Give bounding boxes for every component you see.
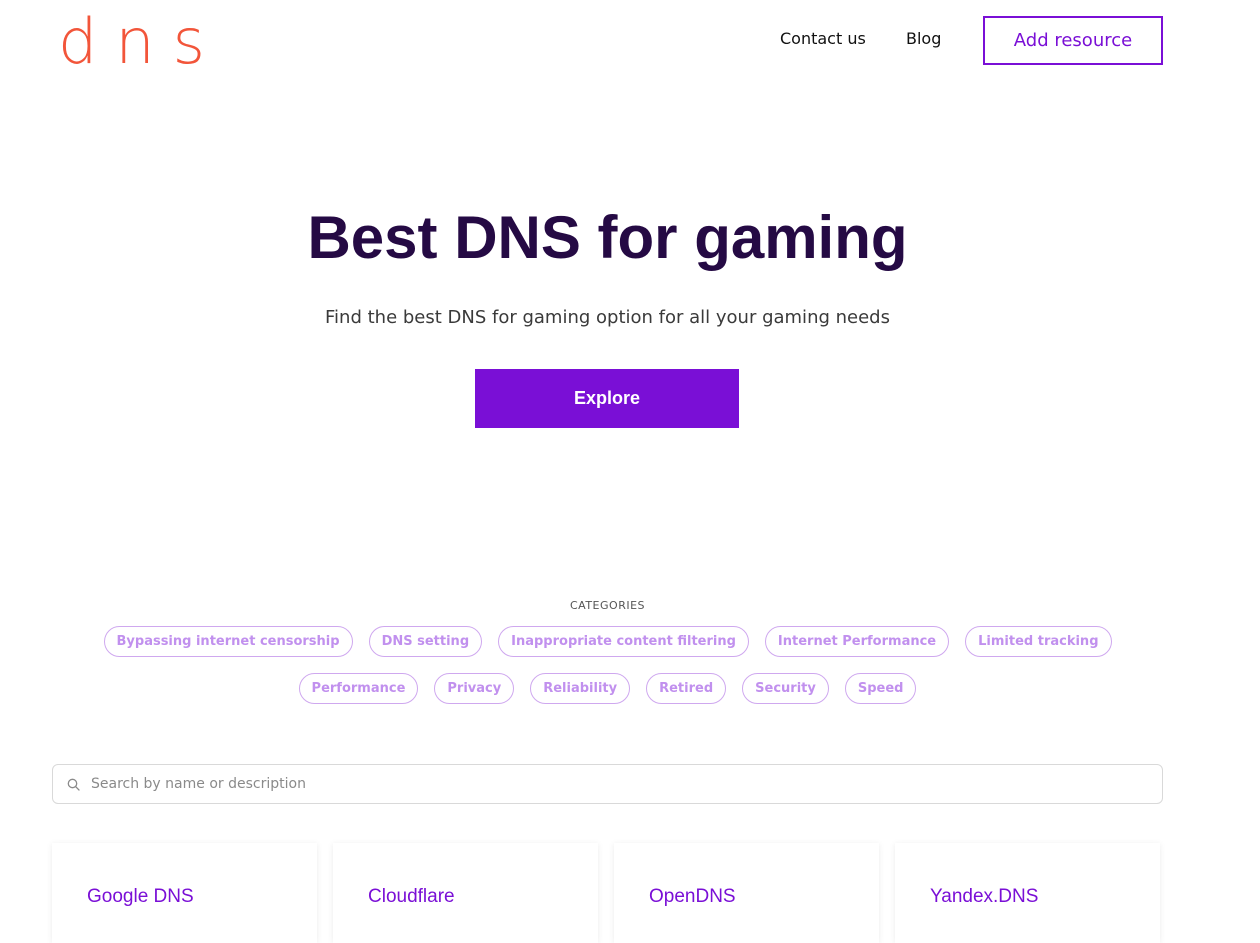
add-resource-button[interactable]: Add resource: [983, 16, 1163, 65]
category-chip-limited-tracking[interactable]: Limited tracking: [965, 626, 1112, 657]
card-title: Cloudflare: [368, 886, 455, 907]
resource-cards: Google DNS Cloudflare OpenDNS Yandex.DNS: [52, 843, 1163, 943]
page-title: Best DNS for gaming: [307, 204, 908, 271]
category-chips-row-2: Performance Privacy Reliability Retired …: [52, 673, 1163, 704]
resource-card-google-dns[interactable]: Google DNS: [52, 843, 317, 943]
card-title: Yandex.DNS: [930, 886, 1039, 907]
explore-button[interactable]: Explore: [475, 369, 739, 428]
card-title: OpenDNS: [649, 886, 736, 907]
category-chip-performance[interactable]: Performance: [298, 673, 419, 704]
category-chip-retired[interactable]: Retired: [646, 673, 727, 704]
resource-card-yandex-dns[interactable]: Yandex.DNS: [895, 843, 1160, 943]
category-chip-speed[interactable]: Speed: [844, 673, 917, 704]
search-input[interactable]: [89, 775, 1162, 793]
category-chip-internet-performance[interactable]: Internet Performance: [764, 626, 950, 657]
category-chip-privacy[interactable]: Privacy: [434, 673, 515, 704]
category-chip-security[interactable]: Security: [742, 673, 829, 704]
page-subtitle: Find the best DNS for gaming option for …: [325, 307, 890, 328]
category-chip-reliability[interactable]: Reliability: [530, 673, 631, 704]
search-bar: [52, 764, 1163, 804]
site-header: dns Contact us Blog Add resource: [0, 0, 1260, 90]
category-chip-inappropriate-content-filtering[interactable]: Inappropriate content filtering: [498, 626, 749, 657]
resource-card-cloudflare[interactable]: Cloudflare: [333, 843, 598, 943]
categories-label: CATEGORIES: [569, 599, 646, 612]
search-icon: [67, 777, 81, 791]
site-logo[interactable]: dns: [58, 2, 223, 82]
category-chip-bypassing-internet-censorship[interactable]: Bypassing internet censorship: [103, 626, 353, 657]
card-title: Google DNS: [87, 886, 194, 907]
category-chip-dns-setting[interactable]: DNS setting: [368, 626, 483, 657]
category-chips-row-1: Bypassing internet censorship DNS settin…: [52, 626, 1163, 657]
nav-contact-us[interactable]: Contact us: [780, 29, 866, 48]
resource-card-opendns[interactable]: OpenDNS: [614, 843, 879, 943]
nav-blog[interactable]: Blog: [906, 29, 941, 48]
